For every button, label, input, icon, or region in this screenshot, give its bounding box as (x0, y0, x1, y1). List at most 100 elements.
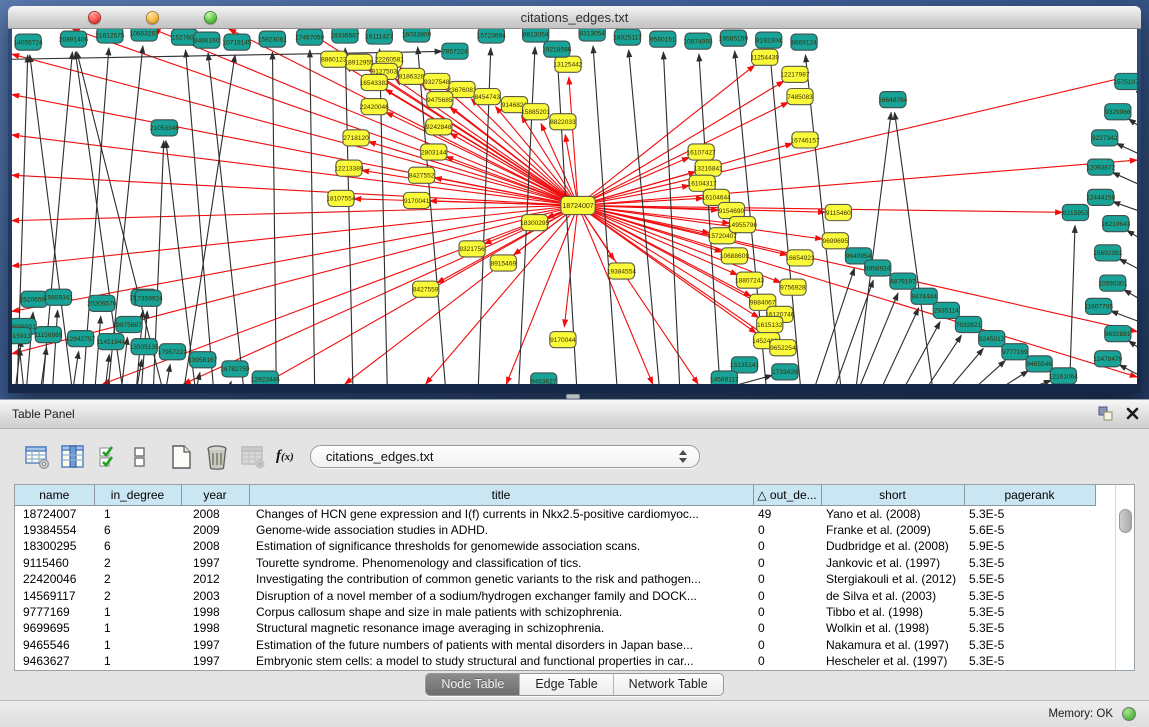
graph-node[interactable] (1115, 73, 1137, 89)
table-row[interactable]: 2242004622012Investigating the contribut… (15, 571, 1095, 587)
graph-node[interactable] (409, 167, 435, 183)
graph-node[interactable] (398, 68, 424, 84)
select-rows-button[interactable] (94, 442, 124, 472)
close-window-button[interactable] (88, 11, 101, 24)
close-panel-button[interactable] (1126, 407, 1139, 425)
table-settings-button[interactable] (22, 442, 52, 472)
graph-node[interactable] (752, 49, 778, 65)
graph-node[interactable] (880, 92, 906, 108)
column-header-in-degree[interactable]: in_degree (94, 485, 181, 505)
select-column-button[interactable] (58, 442, 88, 472)
graph-node[interactable] (1050, 368, 1076, 384)
maximize-window-button[interactable] (204, 11, 217, 24)
graph-node[interactable] (21, 291, 47, 307)
graph-node[interactable] (1088, 159, 1114, 175)
graph-node[interactable] (550, 332, 576, 348)
graph-node[interactable] (1002, 344, 1028, 360)
table-row[interactable]: 911546021997Tourette syndrome. Phenomeno… (15, 555, 1095, 571)
graph-node[interactable] (151, 120, 177, 136)
table-row[interactable]: 1830029562008Estimation of significance … (15, 538, 1095, 554)
graph-node[interactable] (98, 334, 124, 350)
graph-node[interactable] (35, 327, 61, 343)
graph-node[interactable] (403, 192, 429, 208)
graph-node[interactable] (328, 190, 354, 206)
graph-node[interactable] (1086, 298, 1112, 314)
graph-node[interactable] (1026, 356, 1052, 372)
minimize-window-button[interactable] (146, 11, 159, 24)
graph-node[interactable] (45, 289, 71, 305)
graph-node[interactable] (297, 29, 323, 45)
graph-node[interactable] (116, 316, 142, 332)
graph-node[interactable] (159, 344, 185, 360)
graph-node[interactable] (15, 34, 41, 50)
graph-node[interactable] (459, 241, 485, 257)
table-row[interactable]: 946362711997Embryonic stem cells: a mode… (15, 653, 1095, 669)
graph-node[interactable] (89, 295, 115, 311)
graph-node[interactable] (442, 43, 468, 59)
graph-node[interactable] (825, 204, 851, 220)
graph-node[interactable] (424, 73, 450, 89)
graph-node[interactable] (1088, 189, 1114, 205)
graph-node[interactable] (792, 132, 818, 148)
graph-node[interactable] (544, 41, 570, 57)
graph-node[interactable] (608, 263, 634, 279)
graph-node[interactable] (190, 352, 216, 368)
graph-node[interactable] (770, 340, 796, 356)
column-header-year[interactable]: year (181, 485, 249, 505)
graph-node[interactable] (523, 104, 549, 120)
graph-node[interactable] (791, 34, 817, 50)
graph-node[interactable] (194, 32, 220, 48)
graph-node[interactable] (721, 248, 747, 264)
graph-node[interactable] (550, 114, 576, 130)
column-header-out-de-[interactable]: △ out_de... (753, 485, 821, 505)
graph-node[interactable] (531, 373, 557, 384)
column-header-title[interactable]: title (249, 485, 753, 505)
table-row[interactable]: 977716911998Corpus callosum shape and si… (15, 604, 1095, 620)
graph-node[interactable] (97, 29, 123, 43)
float-panel-button[interactable] (1098, 406, 1114, 426)
graph-node[interactable] (427, 92, 453, 108)
table-row[interactable]: 946554611997Estimation of the future num… (15, 637, 1095, 653)
row-height-button[interactable] (130, 442, 150, 472)
graph-node[interactable] (1092, 130, 1118, 146)
graph-node[interactable] (772, 364, 798, 380)
graph-node[interactable] (252, 371, 278, 384)
tab-network-table[interactable]: Network Table (614, 674, 723, 695)
tab-node-table[interactable]: Node Table (426, 674, 520, 695)
graph-node[interactable] (131, 29, 157, 41)
column-header-name[interactable]: name (15, 485, 94, 505)
graph-node[interactable] (67, 331, 93, 347)
graph-node[interactable] (890, 273, 916, 289)
graph-node[interactable] (688, 144, 714, 160)
table-row[interactable]: 1872400712008Changes of HCN gene express… (15, 505, 1095, 522)
graph-node[interactable] (729, 217, 755, 233)
graph-node[interactable] (332, 29, 358, 43)
scrollbar-thumb[interactable] (1119, 509, 1132, 533)
table-row[interactable]: 1938455462009Genome-wide association stu… (15, 522, 1095, 538)
graph-node[interactable] (822, 233, 848, 249)
function-builder-button[interactable]: f(x) (276, 448, 294, 465)
graph-node[interactable] (1062, 204, 1088, 220)
graph-node[interactable] (131, 339, 157, 355)
graph-node[interactable] (614, 29, 640, 45)
graph-node[interactable] (343, 130, 369, 146)
graph-node[interactable] (366, 29, 392, 44)
graph-node[interactable] (474, 89, 500, 105)
delete-table-button[interactable] (202, 442, 232, 472)
graph-node[interactable] (555, 56, 581, 72)
network-canvas[interactable]: 1872400788601231891295522260581912750316… (12, 29, 1137, 384)
table-row[interactable]: 1456911722003Disruption of a novel membe… (15, 588, 1095, 604)
graph-node[interactable] (979, 331, 1005, 347)
graph-node[interactable] (321, 51, 347, 67)
graph-node[interactable] (650, 31, 676, 47)
column-header-short[interactable]: short (821, 485, 964, 505)
create-table-button[interactable] (166, 442, 196, 472)
graph-node[interactable] (522, 215, 548, 231)
table-row[interactable]: 969969511998Structural magnetic resonanc… (15, 620, 1095, 636)
graph-node[interactable] (787, 89, 813, 105)
graph-node[interactable] (695, 160, 721, 176)
graph-node[interactable] (736, 272, 762, 288)
graph-node[interactable] (259, 31, 285, 47)
graph-node[interactable] (865, 260, 891, 276)
graph-node[interactable] (731, 357, 757, 373)
